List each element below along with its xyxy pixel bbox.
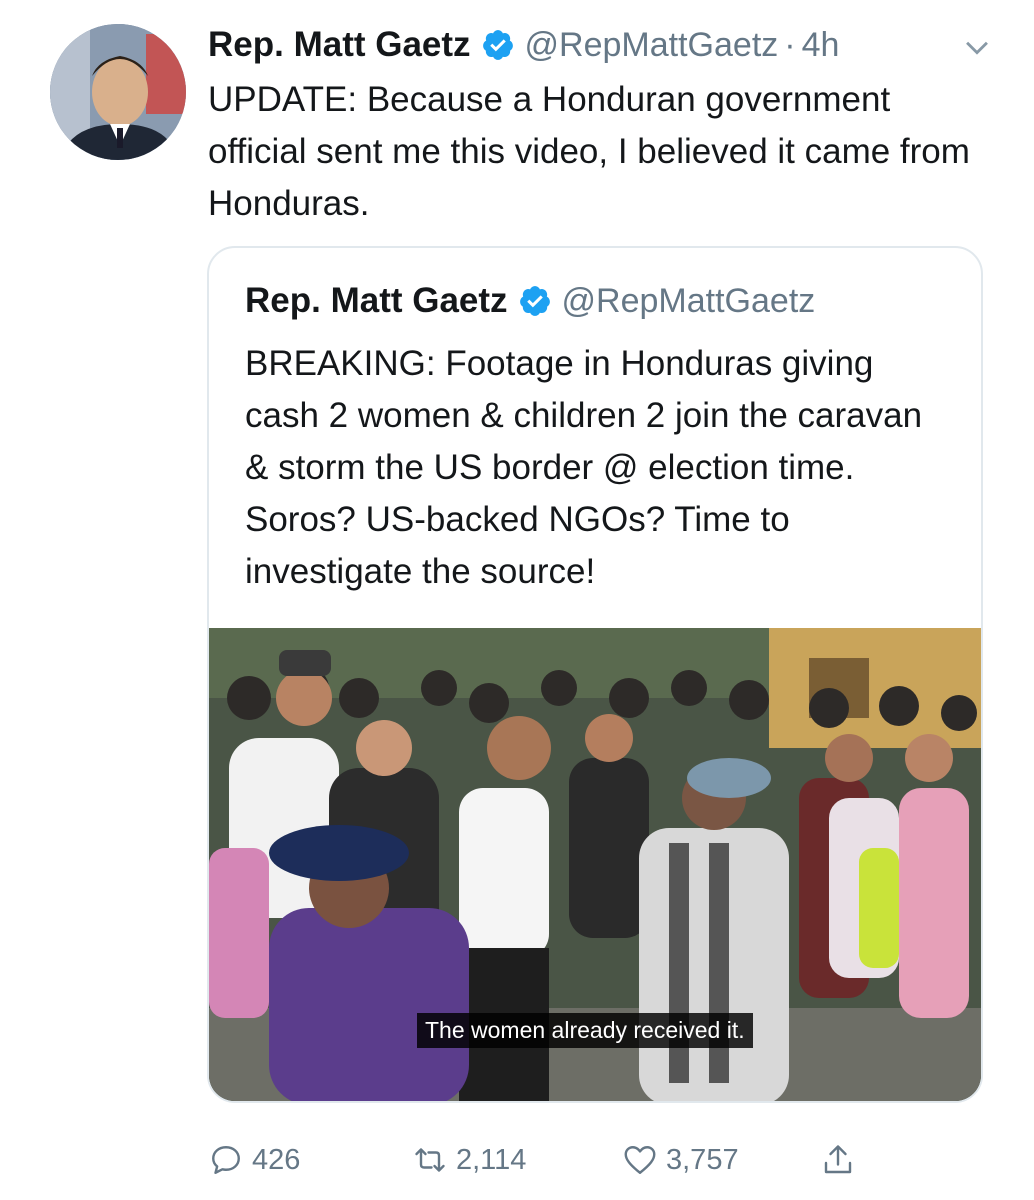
author-handle[interactable]: @RepMattGaetz xyxy=(525,26,779,65)
share-button[interactable] xyxy=(820,1138,856,1182)
author-name[interactable]: Rep. Matt Gaetz xyxy=(208,25,471,65)
quoted-tweet-card[interactable]: Rep. Matt Gaetz @RepMattGaetz BREAKING: … xyxy=(207,246,983,1103)
retweet-count: 2,114 xyxy=(456,1143,527,1176)
quoted-author-handle: @RepMattGaetz xyxy=(561,281,816,320)
avatar-photo xyxy=(50,24,186,160)
verified-badge-icon xyxy=(482,30,513,60)
share-icon xyxy=(824,1145,852,1174)
retweet-button[interactable]: 2,114 xyxy=(412,1138,526,1182)
reply-count: 426 xyxy=(252,1143,301,1176)
like-button[interactable]: 3,757 xyxy=(622,1138,739,1182)
reply-button[interactable]: 426 xyxy=(208,1138,300,1182)
quoted-author-name: Rep. Matt Gaetz xyxy=(245,281,508,320)
tweet-action-bar: 426 2,114 3,757 xyxy=(208,1138,868,1182)
video-caption: The women already received it. xyxy=(417,1013,753,1048)
like-count: 3,757 xyxy=(666,1143,739,1176)
video-player[interactable]: The women already received it. xyxy=(209,628,981,1101)
tweet-text: UPDATE: Because a Honduran government of… xyxy=(208,80,970,223)
separator-dot: · xyxy=(784,25,796,64)
chevron-down-icon[interactable] xyxy=(960,30,994,64)
reply-icon xyxy=(212,1146,240,1174)
retweet-icon xyxy=(415,1148,445,1172)
tweet-timestamp[interactable]: 4h xyxy=(802,26,840,65)
verified-badge-icon xyxy=(519,286,550,316)
quoted-tweet-header: Rep. Matt Gaetz @RepMattGaetz xyxy=(245,278,815,324)
quoted-tweet-text: BREAKING: Footage in Honduras giving cas… xyxy=(245,344,923,591)
tweet-header: Rep. Matt Gaetz @RepMattGaetz · 4h xyxy=(208,22,994,68)
like-icon xyxy=(624,1146,656,1174)
author-avatar[interactable] xyxy=(50,24,186,160)
